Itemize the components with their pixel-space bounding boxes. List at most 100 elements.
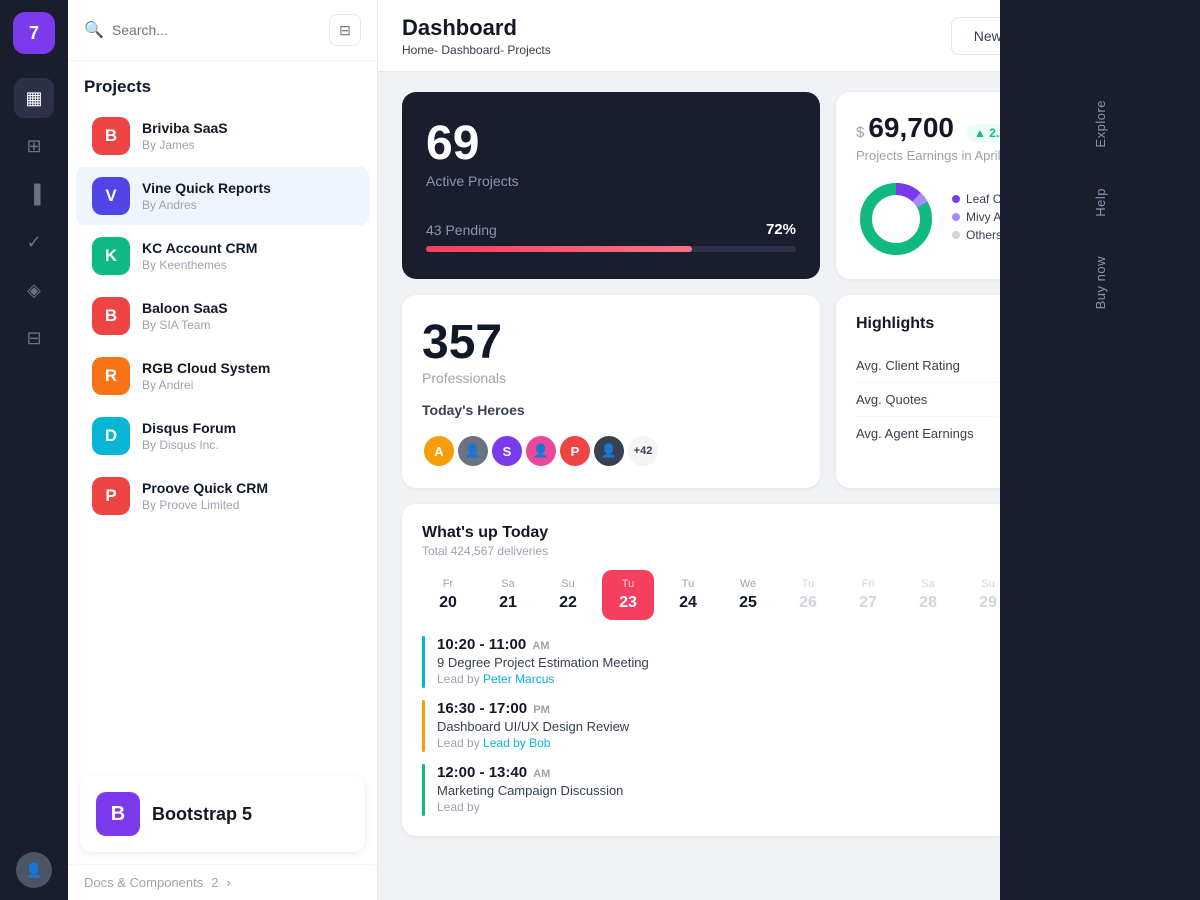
project-info-proove: Proove Quick CRM By Proove Limited — [142, 480, 353, 512]
hero-avatar-5: P — [558, 434, 592, 468]
bootstrap-icon: B — [96, 792, 140, 836]
cal-day-25[interactable]: We25 — [722, 570, 774, 620]
event-name-2: Marketing Campaign Discussion — [437, 783, 1084, 798]
nav-icon-dashboard[interactable]: ▦ — [14, 78, 54, 118]
project-by-disqus: By Disqus Inc. — [142, 438, 353, 452]
legend-name-3: Others — [966, 228, 1002, 242]
sidebar-footer: Docs & Components 2 › — [68, 864, 377, 900]
project-item-proove[interactable]: P Proove Quick CRM By Proove Limited — [76, 467, 369, 525]
event-name-0: 9 Degree Project Estimation Meeting — [437, 655, 1084, 670]
active-projects-card: 69 Active Projects 43 Pending 72% — [402, 92, 820, 279]
project-name-disqus: Disqus Forum — [142, 420, 353, 436]
project-logo-kc: K — [92, 237, 130, 275]
bootstrap-card[interactable]: B Bootstrap 5 — [80, 776, 365, 852]
project-name-kc: KC Account CRM — [142, 240, 353, 256]
project-name-vine: Vine Quick Reports — [142, 180, 353, 196]
cal-day-27[interactable]: Fri27 — [842, 570, 894, 620]
search-input[interactable] — [112, 22, 321, 38]
project-name-baloon: Baloon SaaS — [142, 300, 353, 316]
cal-day-21[interactable]: Sa21 — [482, 570, 534, 620]
hero-avatar-1: A — [422, 434, 456, 468]
project-name-briviba: Briviba SaaS — [142, 120, 353, 136]
project-by-rgb: By Andrei — [142, 378, 353, 392]
heroes-label: Today's Heroes — [422, 402, 800, 418]
filter-button[interactable]: ⊟ — [329, 14, 361, 46]
highlight-key-1: Avg. Client Rating — [856, 358, 960, 373]
project-logo-disqus: D — [92, 417, 130, 455]
project-item-briviba[interactable]: B Briviba SaaS By James — [76, 107, 369, 165]
ap-percent: 72% — [766, 221, 796, 238]
buy-now-tab[interactable]: Buy now — [1077, 236, 1124, 329]
project-item-disqus[interactable]: D Disqus Forum By Disqus Inc. — [76, 407, 369, 465]
project-by-baloon: By SIA Team — [142, 318, 353, 332]
professionals-number: 357 — [422, 315, 800, 370]
event-time-0: 10:20 - 11:00 AM — [437, 636, 1084, 653]
cal-day-26[interactable]: Tu26 — [782, 570, 834, 620]
calendar-subtitle: Total 424,567 deliveries — [422, 544, 548, 558]
help-tab[interactable]: Help — [1077, 168, 1124, 237]
calendar-title: What's up Today — [422, 524, 548, 542]
nav-icon-chart[interactable]: ▐ — [14, 174, 54, 214]
nav-icon-box[interactable]: ⊟ — [14, 318, 54, 358]
progress-bar-fill — [426, 246, 692, 252]
project-logo-briviba: B — [92, 117, 130, 155]
project-by-proove: By Proove Limited — [142, 498, 353, 512]
breadcrumb-home: Home- — [402, 43, 438, 57]
active-projects-label: Active Projects — [426, 173, 796, 189]
search-icon: 🔍 — [84, 20, 104, 40]
cal-day-28[interactable]: Sa28 — [902, 570, 954, 620]
project-info-briviba: Briviba SaaS By James — [142, 120, 353, 152]
heroes-extra: +42 — [626, 434, 660, 468]
docs-count: 2 — [211, 875, 218, 890]
nav-rail: 7 ▦ ⊞ ▐ ✓ ◈ ⊟ 👤 — [0, 0, 68, 900]
project-item-vine[interactable]: V Vine Quick Reports By Andres — [76, 167, 369, 225]
project-by-vine: By Andres — [142, 198, 353, 212]
chevron-right-icon: › — [226, 875, 230, 890]
project-item-kc[interactable]: K KC Account CRM By Keenthemes — [76, 227, 369, 285]
cal-day-20[interactable]: Fr20 — [422, 570, 474, 620]
legend-dot-2 — [952, 213, 960, 221]
project-item-rgb[interactable]: R RGB Cloud System By Andrei — [76, 347, 369, 405]
event-time-2: 12:00 - 13:40 AM — [437, 764, 1084, 781]
project-logo-vine: V — [92, 177, 130, 215]
user-profile-icon[interactable]: 👤 — [16, 852, 52, 888]
search-bar: 🔍 ⊟ — [68, 0, 377, 61]
event-content-1: 16:30 - 17:00 PM Dashboard UI/UX Design … — [437, 700, 1084, 750]
hero-avatar-2: 👤 — [456, 434, 490, 468]
nav-icon-grid[interactable]: ⊞ — [14, 126, 54, 166]
event-name-1: Dashboard UI/UX Design Review — [437, 719, 1084, 734]
sidebar: 🔍 ⊟ Projects B Briviba SaaS By James V V… — [68, 0, 378, 900]
professionals-label: Professionals — [422, 370, 800, 386]
right-panel: Explore Help Buy now — [1000, 0, 1200, 900]
project-name-proove: Proove Quick CRM — [142, 480, 353, 496]
project-info-rgb: RGB Cloud System By Andrei — [142, 360, 353, 392]
nav-icon-layers[interactable]: ◈ — [14, 270, 54, 310]
nav-icon-check[interactable]: ✓ — [14, 222, 54, 262]
event-lead-0: Lead by Peter Marcus — [437, 672, 1084, 686]
pending-label: 43 Pending — [426, 222, 497, 238]
project-logo-proove: P — [92, 477, 130, 515]
cal-day-24[interactable]: Tu24 — [662, 570, 714, 620]
project-info-vine: Vine Quick Reports By Andres — [142, 180, 353, 212]
explore-tab[interactable]: Explore — [1077, 80, 1124, 168]
project-logo-rgb: R — [92, 357, 130, 395]
event-time-1: 16:30 - 17:00 PM — [437, 700, 1084, 717]
project-by-kc: By Keenthemes — [142, 258, 353, 272]
project-name-rgb: RGB Cloud System — [142, 360, 353, 376]
projects-title: Projects — [68, 61, 377, 105]
project-info-disqus: Disqus Forum By Disqus Inc. — [142, 420, 353, 452]
active-projects-number: 69 — [426, 116, 796, 171]
breadcrumb-current: Projects — [507, 43, 550, 57]
professionals-card: 357 Professionals Today's Heroes A 👤 S 👤… — [402, 295, 820, 488]
cal-day-23[interactable]: Tu23 — [602, 570, 654, 620]
cal-day-22[interactable]: Su22 — [542, 570, 594, 620]
event-content-0: 10:20 - 11:00 AM 9 Degree Project Estima… — [437, 636, 1084, 686]
event-bar-0 — [422, 636, 425, 688]
event-bar-1 — [422, 700, 425, 752]
active-projects-bottom: 43 Pending 72% — [426, 221, 796, 238]
main-wrapper: Dashboard Home- Dashboard- Projects New … — [378, 0, 1200, 900]
project-logo-baloon: B — [92, 297, 130, 335]
event-content-2: 12:00 - 13:40 AM Marketing Campaign Disc… — [437, 764, 1084, 814]
legend-dot-1 — [952, 195, 960, 203]
project-item-baloon[interactable]: B Baloon SaaS By SIA Team — [76, 287, 369, 345]
